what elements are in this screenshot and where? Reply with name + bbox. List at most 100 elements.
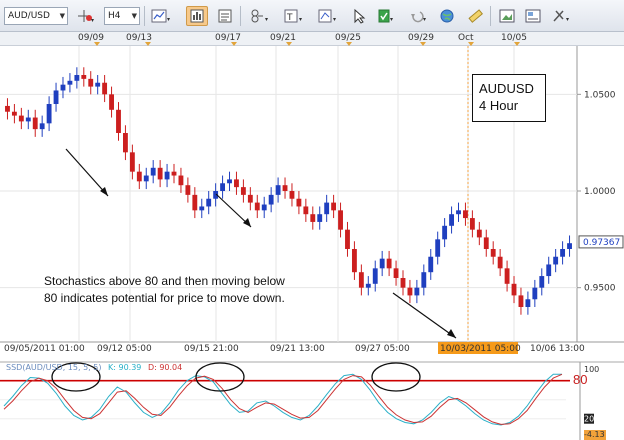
candle <box>456 210 461 215</box>
toolbar-divider <box>144 6 145 26</box>
candle <box>532 287 538 300</box>
toolbar-divider <box>240 6 241 26</box>
note-line-1: Stochastics above 80 and then moving bel… <box>44 274 285 288</box>
chevron-down-icon: ▼ <box>131 12 137 20</box>
draw-tools-button[interactable]: ▾ <box>246 6 274 26</box>
svg-text:▾: ▾ <box>333 16 336 23</box>
time-tick-label: 10/06 13:00 <box>530 344 585 354</box>
svg-text:T: T <box>286 13 293 23</box>
candle <box>74 75 80 81</box>
candle <box>81 75 87 79</box>
candle <box>435 239 441 257</box>
top-date-label: 09/21 <box>270 33 296 43</box>
price-tick-label: 1.0500 <box>584 90 616 100</box>
candle <box>88 78 94 87</box>
cursor-icon <box>354 8 366 24</box>
zoom-tool-button[interactable]: ▾ <box>314 6 342 26</box>
crosshair-button[interactable]: ▾ <box>72 6 100 26</box>
candle <box>32 117 38 130</box>
indicators-button[interactable] <box>186 6 208 26</box>
d-value: D: 90.04 <box>147 363 183 372</box>
stochastic-panel: 10020-4.13 <box>0 361 624 440</box>
candle <box>483 237 489 249</box>
candle <box>358 272 364 288</box>
time-axis: 09/05/2011 01:00 09/12 05:00 09/15 21:00 09… <box>4 342 585 354</box>
candle <box>421 272 427 288</box>
candle <box>449 214 454 226</box>
candle <box>5 105 10 112</box>
candle <box>67 80 73 85</box>
candle <box>234 179 239 188</box>
candle <box>560 249 566 257</box>
symbol-select[interactable]: AUD/USD ▼ <box>4 7 68 25</box>
timeframe-value: H4 <box>108 11 121 21</box>
candle <box>476 229 482 238</box>
indicators-icon <box>190 9 204 23</box>
chart-type-button[interactable]: ▾ <box>148 6 176 26</box>
candle <box>268 194 274 205</box>
crosshair-icon: ▾ <box>78 10 94 23</box>
candle <box>199 206 205 211</box>
draw-tools-icon: ▾ <box>251 9 268 23</box>
indicator-axis-bottom: -4.13 <box>584 430 605 439</box>
candle <box>220 183 226 191</box>
candle <box>185 185 191 195</box>
globe-icon <box>440 9 454 23</box>
candle <box>25 117 31 122</box>
text-tool-icon: T ▾ <box>284 9 302 23</box>
candle <box>310 214 316 222</box>
svg-text:▾: ▾ <box>390 16 393 23</box>
candle <box>289 191 295 199</box>
candle <box>192 194 198 211</box>
candle <box>317 214 323 222</box>
candle <box>365 283 371 288</box>
candle <box>240 187 246 195</box>
chevron-down-icon: ▼ <box>59 12 65 20</box>
candle <box>553 256 559 265</box>
candle <box>150 167 156 176</box>
time-tick-label: 09/21 13:00 <box>270 344 325 354</box>
candle <box>338 210 343 230</box>
price-tick-label: 0.9500 <box>584 284 616 294</box>
candle <box>171 171 177 176</box>
candle <box>414 287 420 296</box>
candle <box>296 198 302 207</box>
timeframe-select[interactable]: H4 ▼ <box>104 7 140 25</box>
flag-icon: ▾ <box>378 9 393 23</box>
indicator-title: SSD(AUD/USD, 15, 5, 5) K: 90.39 D: 90.04 <box>6 363 186 372</box>
candle <box>518 295 524 307</box>
candle <box>428 256 434 273</box>
globe-button[interactable] <box>436 6 458 26</box>
cursor-button[interactable] <box>348 6 370 26</box>
candle <box>60 84 66 91</box>
ruler-icon <box>468 9 483 23</box>
svg-text:▾: ▾ <box>423 16 426 23</box>
arrow-head <box>243 218 251 227</box>
candle <box>331 202 337 211</box>
svg-text:▾: ▾ <box>265 16 268 23</box>
candle <box>95 82 101 87</box>
data-window-button[interactable] <box>522 6 544 26</box>
ruler-button[interactable] <box>464 6 486 26</box>
candle <box>490 249 496 257</box>
svg-text:▾: ▾ <box>91 17 94 23</box>
candle <box>386 258 392 269</box>
flag-button[interactable]: ▾ <box>374 6 400 26</box>
settings-button[interactable]: ▾ <box>548 6 576 26</box>
screenshot-button[interactable] <box>496 6 518 26</box>
candle <box>254 202 260 211</box>
time-tick-label: 09/27 05:00 <box>355 344 410 354</box>
candle <box>469 218 475 230</box>
undo-button[interactable]: ▾ <box>406 6 432 26</box>
symbol-value: AUD/USD <box>8 11 50 21</box>
settings-icon: ▾ <box>553 10 569 23</box>
studies-button[interactable] <box>214 6 236 26</box>
text-tool-button[interactable]: T ▾ <box>280 6 308 26</box>
arrow-head <box>447 329 456 338</box>
candle <box>157 167 163 180</box>
chart-type-icon: ▾ <box>151 9 170 23</box>
timeframe-annotation-box: AUDUSD 4 Hour <box>472 74 546 122</box>
svg-text:▾: ▾ <box>566 16 569 23</box>
toolbar-divider <box>490 6 491 26</box>
price-tick-label: 1.0000 <box>584 187 616 197</box>
